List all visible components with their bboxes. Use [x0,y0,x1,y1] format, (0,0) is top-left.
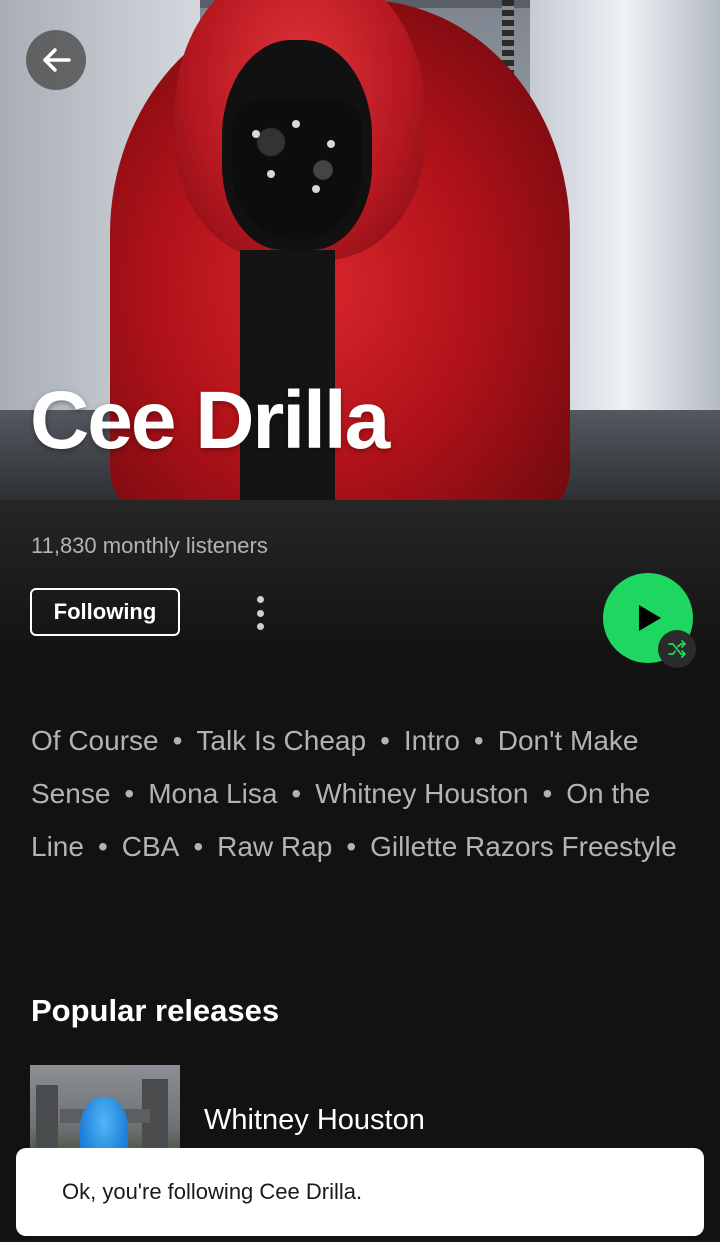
bandana-shape [232,100,362,240]
bullet-separator: • [380,725,390,756]
shuffle-icon [668,640,686,658]
track-link[interactable]: Gillette Razors Freestyle [370,831,677,862]
track-link[interactable]: Mona Lisa [148,778,277,809]
shuffle-button[interactable] [658,630,696,668]
track-link[interactable]: Raw Rap [217,831,332,862]
snackbar-toast: Ok, you're following Cee Drilla. [16,1148,704,1236]
following-button[interactable]: Following [30,588,180,636]
play-icon [639,605,661,631]
popular-releases-heading: Popular releases [31,993,280,1028]
release-title[interactable]: Whitney Houston [204,1104,425,1137]
bullet-separator: • [193,831,204,862]
track-link[interactable]: Talk Is Cheap [196,725,366,756]
track-link[interactable]: CBA [122,831,180,862]
back-button[interactable] [26,30,86,90]
track-link[interactable]: Whitney Houston [315,778,528,809]
bullet-separator: • [124,778,135,809]
monthly-listeners: 11,830 monthly listeners [31,533,268,558]
artist-name: Cee Drilla [30,375,390,466]
bullet-separator: • [172,725,183,756]
graffiti-decoration [356,455,714,500]
track-link[interactable]: Of Course [31,725,159,756]
featured-tracks-list: Of Course • Talk Is Cheap • Intro • Don't Make… [31,714,701,873]
bullet-separator: • [542,778,553,809]
toast-message: Ok, you're following Cee Drilla. [62,1179,363,1204]
bullet-separator: • [291,778,302,809]
more-vertical-icon [256,596,264,603]
track-link[interactable]: Intro [404,725,460,756]
arrow-left-icon [43,48,71,72]
bullet-separator: • [473,725,484,756]
bullet-separator: • [346,831,357,862]
more-options-button[interactable] [245,592,275,634]
artist-header-image: Cee Drilla [0,0,720,500]
bullet-separator: • [97,831,108,862]
